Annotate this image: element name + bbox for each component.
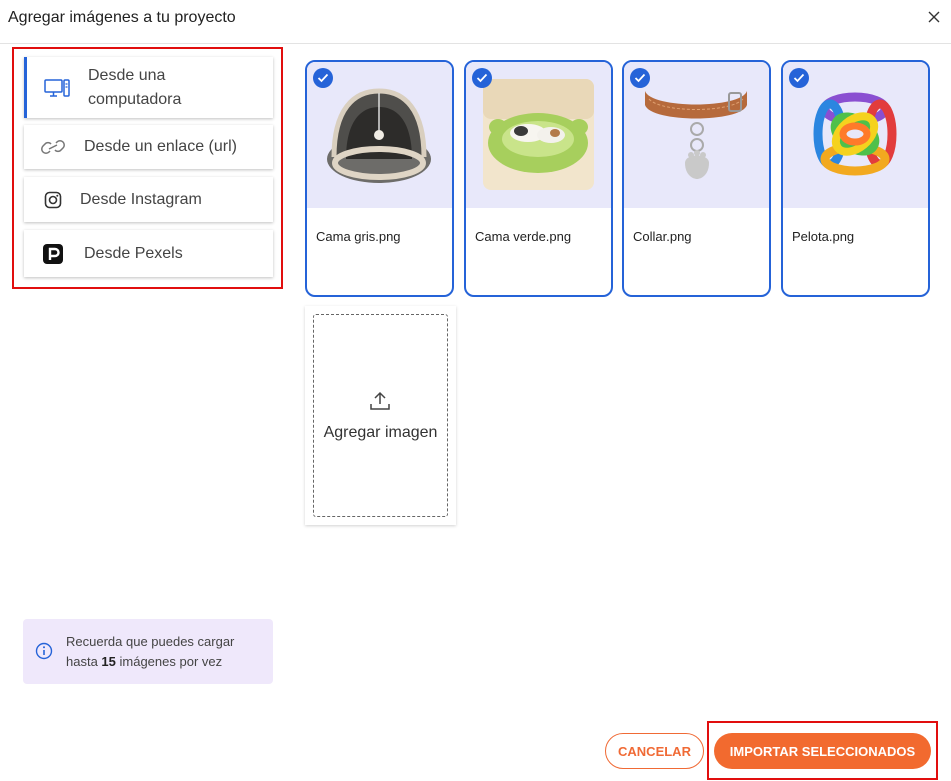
- info-count: 15: [101, 654, 116, 669]
- dialog-header: Agregar imágenes a tu proyecto: [0, 0, 951, 44]
- cancel-button[interactable]: CANCELAR: [605, 733, 704, 769]
- check-icon[interactable]: [313, 68, 333, 88]
- image-card[interactable]: Pelota.png: [781, 60, 930, 297]
- image-filename: Cama gris.png: [316, 229, 401, 244]
- source-computer[interactable]: Desde una computadora: [24, 57, 273, 118]
- collar-image: [645, 91, 747, 179]
- image-card[interactable]: Collar.png: [622, 60, 771, 297]
- image-thumbnail-area: [783, 62, 928, 208]
- import-button-highlight: IMPORTAR SELECCIONADOS: [707, 721, 938, 780]
- check-icon[interactable]: [789, 68, 809, 88]
- green-pet-bed-image: [483, 79, 594, 190]
- link-icon: [40, 136, 66, 158]
- add-image-button[interactable]: Agregar imagen: [305, 306, 456, 525]
- source-menu: Desde una computadora Desde un enlace (u…: [12, 47, 283, 289]
- image-thumbnail-area: [307, 62, 452, 208]
- source-url[interactable]: Desde un enlace (url): [24, 125, 273, 169]
- pexels-icon: [40, 243, 66, 265]
- dialog-title: Agregar imágenes a tu proyecto: [8, 9, 236, 26]
- close-icon[interactable]: [927, 10, 941, 24]
- source-label: Desde Pexels: [84, 244, 183, 262]
- image-filename: Cama verde.png: [475, 229, 572, 244]
- add-image-label: Agregar imagen: [323, 424, 438, 441]
- image-card[interactable]: Cama verde.png: [464, 60, 613, 297]
- source-label: Desde un enlace (url): [84, 138, 237, 155]
- source-label: Desde Instagram: [80, 190, 202, 208]
- source-pexels[interactable]: Desde Pexels: [24, 230, 273, 277]
- instagram-icon: [40, 189, 66, 211]
- image-filename: Pelota.png: [792, 229, 855, 244]
- source-instagram[interactable]: Desde Instagram: [24, 177, 273, 222]
- check-icon[interactable]: [472, 68, 492, 88]
- image-filename: Collar.png: [633, 229, 692, 244]
- image-thumbnail-area: [624, 62, 769, 208]
- upload-icon: [369, 390, 391, 417]
- check-icon[interactable]: [630, 68, 650, 88]
- info-text: Recuerda que puedes cargar hasta 15 imág…: [66, 632, 266, 672]
- source-label: Desde una computadora: [88, 66, 182, 108]
- image-thumbnail-area: [466, 62, 611, 208]
- image-card[interactable]: Cama gris.png: [305, 60, 454, 297]
- ball-toy-image: [809, 88, 901, 180]
- gray-pet-bed-image: [327, 88, 431, 183]
- upload-limit-notice: Recuerda que puedes cargar hasta 15 imág…: [23, 619, 273, 684]
- computer-icon: [44, 77, 70, 99]
- info-text-after: imágenes por vez: [115, 654, 223, 669]
- info-icon: [35, 642, 53, 665]
- import-selected-button[interactable]: IMPORTAR SELECCIONADOS: [714, 733, 931, 769]
